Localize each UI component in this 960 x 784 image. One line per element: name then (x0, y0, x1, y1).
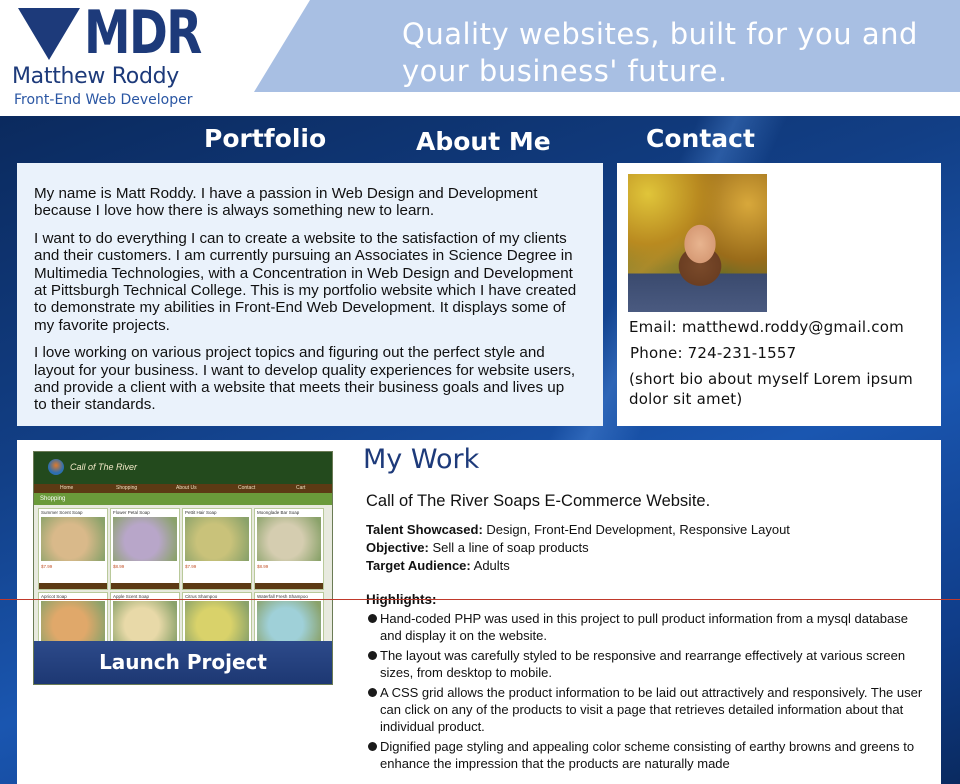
highlight-text: A CSS grid allows the product informatio… (380, 685, 923, 734)
about-paragraph: My name is Matt Roddy. I have a passion … (34, 185, 538, 220)
about-paragraph: I want to do everything I can to create … (34, 229, 577, 334)
work-heading: My Work (363, 444, 480, 475)
logo-mark[interactable]: MDR (84, 0, 202, 66)
thumb-product-image (185, 601, 249, 645)
thumb-product-image (185, 517, 249, 561)
thumb-product-name: Flower Petal Soap (113, 510, 150, 515)
contact-phone[interactable]: Phone: 724-231-1557 (630, 344, 796, 362)
talent-value: Design, Front-End Development, Responsiv… (486, 522, 790, 537)
objective-line: Objective: Sell a line of soap products (366, 540, 589, 555)
thumb-nav: Home Shopping About Us Contact Cart (34, 484, 332, 493)
bullet-icon (368, 742, 377, 751)
contact-bio: (short bio about myself Lorem ipsum dolo… (629, 370, 913, 408)
thumb-product-card[interactable]: Pettit Hair Soap $7.99 (182, 508, 252, 590)
highlight-item: A CSS grid allows the product informatio… (366, 684, 926, 735)
thumb-nav-item: About Us (176, 485, 197, 491)
contact-email[interactable]: Email: matthewd.roddy@gmail.com (629, 318, 904, 336)
nav-contact[interactable]: Contact (646, 124, 755, 153)
work-panel: Call of The River Home Shopping About Us… (17, 440, 941, 784)
thumb-band: Shopping (34, 493, 332, 505)
thumb-details-button[interactable] (183, 583, 251, 589)
thumb-details-button[interactable] (111, 583, 179, 589)
thumb-product-image (41, 601, 105, 645)
bullet-icon (368, 688, 377, 697)
objective-label: Objective: (366, 540, 429, 555)
profile-photo (628, 174, 767, 312)
guide-line (0, 599, 960, 600)
thumb-product-card[interactable]: Moonglade Bar Soap $8.99 (254, 508, 324, 590)
about-panel: My name is Matt Roddy. I have a passion … (17, 163, 603, 426)
thumb-product-image (257, 601, 321, 645)
objective-value: Sell a line of soap products (432, 540, 589, 555)
thumb-product-image (113, 517, 177, 561)
logo-name: Matthew Roddy (12, 64, 179, 89)
audience-value: Adults (473, 558, 510, 573)
highlights-list: Hand-coded PHP was used in this project … (366, 610, 926, 775)
launch-project-button[interactable]: Launch Project (34, 641, 332, 684)
thumb-nav-item: Cart (296, 485, 306, 491)
highlight-item: Dignified page styling and appealing col… (366, 738, 926, 772)
thumb-site-title: Call of The River (70, 462, 138, 472)
thumb-product-price: $7.99 (185, 564, 197, 569)
highlight-item: The layout was carefully styled to be re… (366, 647, 926, 681)
river-logo-icon (48, 459, 64, 475)
thumb-product-name: Summer Scent Soap (41, 510, 83, 515)
logo-subtitle: Front-End Web Developer (14, 92, 193, 108)
thumb-product-price: $8.99 (257, 564, 269, 569)
talent-line: Talent Showcased: Design, Front-End Deve… (366, 522, 790, 537)
logo-triangle-icon (18, 8, 80, 60)
nav-portfolio[interactable]: Portfolio (204, 124, 326, 153)
thumb-product-image (41, 517, 105, 561)
project-title: Call of The River Soaps E-Commerce Websi… (366, 492, 711, 510)
thumb-details-button[interactable] (255, 583, 323, 589)
thumb-product-price: $8.99 (113, 564, 125, 569)
contact-panel: Email: matthewd.roddy@gmail.com Phone: 7… (617, 163, 941, 426)
site-header: MDR Matthew Roddy Front-End Web Develope… (0, 0, 960, 116)
thumb-product-card[interactable]: Flower Petal Soap $8.99 (110, 508, 180, 590)
thumb-product-card[interactable]: Summer Scent Soap $7.99 (38, 508, 108, 590)
thumb-nav-item: Shopping (116, 485, 138, 491)
thumb-header: Call of The River (34, 452, 332, 484)
thumb-band-label: Shopping (40, 496, 66, 502)
thumb-product-name: Moonglade Bar Soap (257, 510, 300, 515)
audience-line: Target Audience: Adults (366, 558, 510, 573)
thumb-nav-item: Home (60, 485, 74, 491)
tagline: Quality websites, built for you and your… (402, 17, 918, 88)
highlight-text: Hand-coded PHP was used in this project … (380, 611, 908, 643)
talent-label: Talent Showcased: (366, 522, 483, 537)
thumb-product-name: Pettit Hair Soap (185, 510, 217, 515)
highlight-text: Dignified page styling and appealing col… (380, 739, 915, 771)
bullet-icon (368, 614, 377, 623)
thumb-product-image (113, 601, 177, 645)
thumb-product-price: $7.99 (41, 564, 53, 569)
highlight-item: Hand-coded PHP was used in this project … (366, 610, 926, 644)
bullet-icon (368, 651, 377, 660)
thumb-product-image (257, 517, 321, 561)
about-paragraph: I love working on various project topics… (34, 344, 576, 414)
audience-label: Target Audience: (366, 558, 471, 573)
thumb-nav-item: Contact (238, 485, 256, 491)
highlight-text: The layout was carefully styled to be re… (380, 648, 906, 680)
nav-about-me[interactable]: About Me (416, 127, 551, 156)
thumb-details-button[interactable] (39, 583, 107, 589)
